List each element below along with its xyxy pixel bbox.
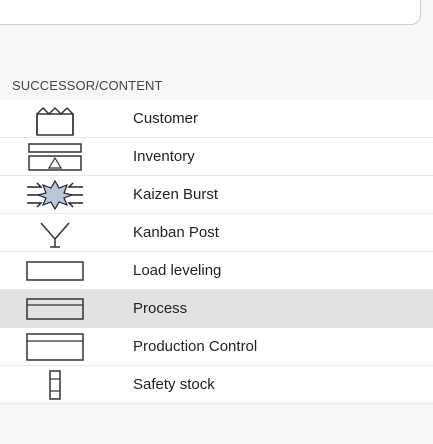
kanban-post-icon <box>15 214 95 251</box>
list-item[interactable]: Inventory <box>0 138 433 176</box>
list-item-label: Load leveling <box>133 262 222 279</box>
safety-stock-icon <box>15 366 95 403</box>
successor-list: Customer Inventory Kaizen Burst Kanban P… <box>0 100 433 404</box>
list-item[interactable]: Kaizen Burst <box>0 176 433 214</box>
process-icon <box>15 290 95 327</box>
top-card <box>0 0 421 25</box>
list-item-label: Safety stock <box>133 376 215 393</box>
list-item[interactable]: Safety stock <box>0 366 433 404</box>
inventory-icon <box>15 138 95 175</box>
section-title: SUCCESSOR/CONTENT <box>12 78 163 93</box>
load-leveling-icon <box>15 252 95 289</box>
kaizen-burst-icon <box>15 176 95 213</box>
list-item[interactable]: Production Control <box>0 328 433 366</box>
list-item[interactable]: Customer <box>0 100 433 138</box>
list-item-label: Process <box>133 300 188 317</box>
list-item-label: Customer <box>133 110 199 127</box>
customer-icon <box>15 100 95 137</box>
list-item-label: Kaizen Burst <box>133 186 219 203</box>
list-item[interactable]: Kanban Post <box>0 214 433 252</box>
list-item[interactable]: Load leveling <box>0 252 433 290</box>
top-panel <box>0 0 433 62</box>
production-control-icon <box>15 328 95 365</box>
list-item-label: Inventory <box>133 148 195 165</box>
list-item-selected[interactable]: Process <box>0 290 433 328</box>
list-item-label: Production Control <box>133 338 258 355</box>
list-item-label: Kanban Post <box>133 224 219 241</box>
